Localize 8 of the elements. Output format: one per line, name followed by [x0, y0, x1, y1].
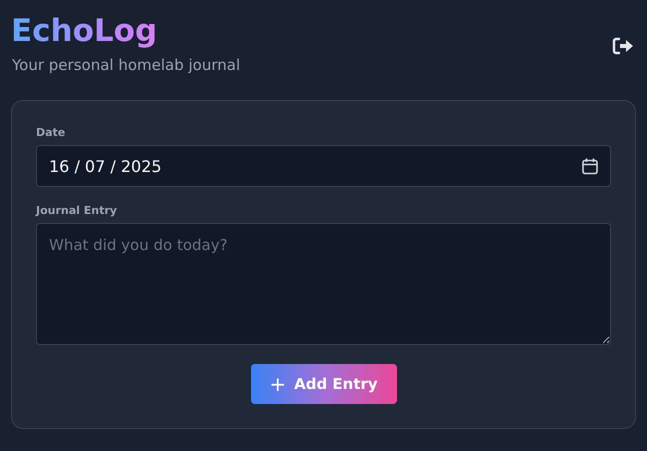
journal-entry-field[interactable]: What did you do today? [36, 223, 611, 345]
journal-entry-label: Journal Entry [36, 204, 117, 218]
calendar-icon[interactable] [582, 158, 598, 174]
add-entry-button[interactable]: + Add Entry [250, 364, 396, 404]
logout-icon[interactable] [612, 37, 634, 55]
app-subtitle: Your personal homelab journal [12, 56, 240, 74]
date-field[interactable]: 16 / 07 / 2025 [36, 145, 611, 187]
date-label: Date [36, 126, 66, 140]
